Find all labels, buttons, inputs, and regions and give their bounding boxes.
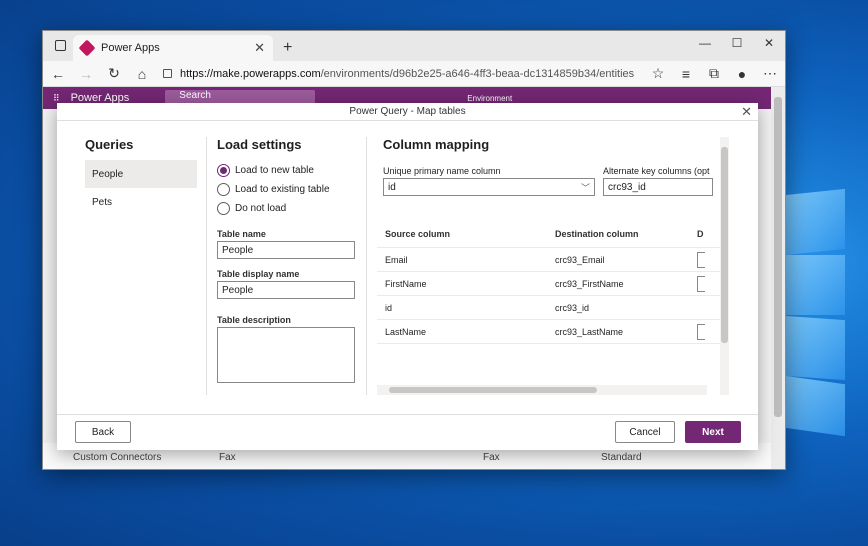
table-display-name-label: Table display name bbox=[217, 269, 300, 279]
panel-divider bbox=[366, 137, 367, 395]
destination-cell: crc93_FirstName bbox=[555, 278, 624, 289]
source-cell: FirstName bbox=[385, 278, 427, 289]
url-field[interactable]: https://make.powerapps.com/environments/… bbox=[163, 64, 637, 84]
load-settings-panel: Load settings Load to new table Load to … bbox=[217, 137, 357, 383]
page-scrollbar-thumb[interactable] bbox=[774, 97, 782, 417]
new-tab-icon[interactable]: + bbox=[283, 39, 292, 57]
column-mapping-panel: Column mapping Unique primary name colum… bbox=[377, 137, 729, 395]
table-description-textarea[interactable] bbox=[217, 327, 355, 383]
window-controls: — ☐ ✕ bbox=[689, 31, 785, 55]
windows-logo-pane bbox=[785, 255, 845, 315]
column-mapping-heading: Column mapping bbox=[383, 137, 490, 152]
next-button[interactable]: Next bbox=[685, 421, 741, 443]
destination-cell: crc93_Email bbox=[555, 254, 605, 265]
header-destination-column: Destination column bbox=[555, 228, 639, 239]
map-tables-dialog: Power Query - Map tables ✕ Queries Peopl… bbox=[57, 103, 758, 450]
windows-logo-pane bbox=[785, 375, 845, 437]
chevron-down-icon: ﹀ bbox=[580, 182, 590, 193]
radio-do-not-load[interactable]: Do not load bbox=[217, 202, 357, 215]
minimize-button[interactable]: — bbox=[689, 31, 721, 55]
close-tab-icon[interactable]: ✕ bbox=[254, 40, 265, 56]
page-scrollbar[interactable] bbox=[771, 87, 785, 469]
table-display-name-input[interactable]: People bbox=[217, 281, 355, 299]
home-icon[interactable]: ⌂ bbox=[135, 66, 149, 82]
windows-logo-pane bbox=[785, 188, 845, 256]
alternate-key-label: Alternate key columns (opt bbox=[603, 166, 710, 176]
type-dropdown[interactable] bbox=[697, 251, 705, 268]
table-name-label: Table name bbox=[217, 229, 266, 239]
mapping-table: Source column Destination column D Email… bbox=[377, 220, 729, 344]
radio-label: Load to new table bbox=[235, 165, 314, 176]
app-launcher-icon[interactable]: ⠿ bbox=[53, 93, 60, 104]
dialog-footer: Back Cancel Next bbox=[57, 414, 758, 450]
table-row: FirstName crc93_FirstName bbox=[377, 272, 729, 296]
windows-logo-pane bbox=[785, 315, 845, 381]
header-source-column: Source column bbox=[385, 228, 451, 239]
favorites-star-icon[interactable]: ☆ bbox=[651, 65, 665, 82]
refresh-icon[interactable]: ↻ bbox=[107, 65, 121, 82]
load-settings-heading: Load settings bbox=[217, 137, 302, 152]
radio-load-new-table[interactable]: Load to new table bbox=[217, 164, 357, 177]
query-item-pets[interactable]: Pets bbox=[85, 188, 197, 216]
primary-column-value: id bbox=[388, 181, 396, 193]
table-row: LastName crc93_LastName bbox=[377, 320, 729, 344]
tab-actions-icon[interactable] bbox=[55, 40, 66, 51]
radio-label: Do not load bbox=[235, 203, 287, 214]
url-path: /environments/d96b2e25-a646-4ff3-beaa-dc… bbox=[320, 67, 635, 80]
profile-avatar-icon[interactable]: ● bbox=[735, 66, 749, 82]
query-item-people[interactable]: People bbox=[85, 160, 197, 188]
type-dropdown[interactable] bbox=[697, 323, 705, 340]
cancel-button[interactable]: Cancel bbox=[615, 421, 675, 443]
primary-column-label: Unique primary name column bbox=[383, 166, 501, 176]
queries-panel: Queries People Pets bbox=[85, 137, 197, 216]
collections-icon[interactable]: ⧉ bbox=[707, 65, 721, 82]
sidebar-item-custom-connectors[interactable]: Custom Connectors bbox=[73, 452, 219, 463]
row-cell: Fax bbox=[483, 451, 500, 463]
scrollbar-thumb[interactable] bbox=[721, 147, 728, 343]
source-cell: Email bbox=[385, 254, 408, 265]
row-cell: Fax bbox=[219, 451, 236, 463]
forward-arrow-icon[interactable]: → bbox=[79, 66, 93, 82]
queries-heading: Queries bbox=[85, 137, 134, 152]
dialog-title: Power Query - Map tables bbox=[349, 106, 466, 117]
address-bar-row: ← → ↻ ⌂ https://make.powerapps.com/envir… bbox=[43, 61, 785, 87]
radio-label: Load to existing table bbox=[235, 184, 330, 195]
alternate-key-input[interactable]: crc93_id bbox=[603, 178, 713, 196]
back-arrow-icon[interactable]: ← bbox=[51, 66, 65, 82]
source-cell: LastName bbox=[385, 326, 427, 337]
mapping-table-header: Source column Destination column D bbox=[377, 220, 729, 248]
reading-list-icon[interactable]: ≡ bbox=[679, 66, 693, 82]
mapping-horizontal-scrollbar[interactable] bbox=[377, 385, 707, 395]
table-description-label: Table description bbox=[217, 315, 291, 325]
browser-titlebar: Power Apps ✕ + — ☐ ✕ bbox=[43, 31, 785, 61]
radio-selected-icon bbox=[217, 164, 230, 177]
panel-divider bbox=[206, 137, 207, 395]
browser-tab[interactable]: Power Apps ✕ bbox=[73, 35, 273, 61]
powerapps-favicon-icon bbox=[78, 39, 96, 57]
source-cell: id bbox=[385, 302, 393, 313]
radio-empty-icon bbox=[217, 183, 230, 196]
back-button[interactable]: Back bbox=[75, 421, 131, 443]
more-options-icon[interactable]: ⋯ bbox=[763, 65, 777, 82]
lock-icon bbox=[163, 69, 172, 78]
table-row: Email crc93_Email bbox=[377, 248, 729, 272]
table-name-input[interactable]: People bbox=[217, 241, 355, 259]
scrollbar-thumb[interactable] bbox=[389, 387, 597, 393]
tab-title: Power Apps bbox=[101, 42, 160, 54]
destination-cell: crc93_LastName bbox=[555, 326, 624, 337]
mapping-vertical-scrollbar[interactable] bbox=[720, 137, 729, 395]
table-row: id crc93_id bbox=[377, 296, 729, 320]
row-cell: Standard bbox=[601, 451, 642, 463]
maximize-button[interactable]: ☐ bbox=[721, 31, 753, 55]
type-dropdown[interactable] bbox=[697, 275, 705, 292]
url-host: https://make.powerapps.com bbox=[180, 67, 321, 80]
radio-empty-icon bbox=[217, 202, 230, 215]
primary-column-dropdown[interactable]: id ﹀ bbox=[383, 178, 595, 196]
close-dialog-icon[interactable]: ✕ bbox=[741, 104, 752, 120]
close-window-button[interactable]: ✕ bbox=[753, 31, 785, 55]
radio-load-existing-table[interactable]: Load to existing table bbox=[217, 183, 357, 196]
environment-label: Environment bbox=[467, 93, 513, 103]
destination-cell: crc93_id bbox=[555, 302, 590, 313]
dialog-titlebar: Power Query - Map tables ✕ bbox=[57, 103, 758, 121]
